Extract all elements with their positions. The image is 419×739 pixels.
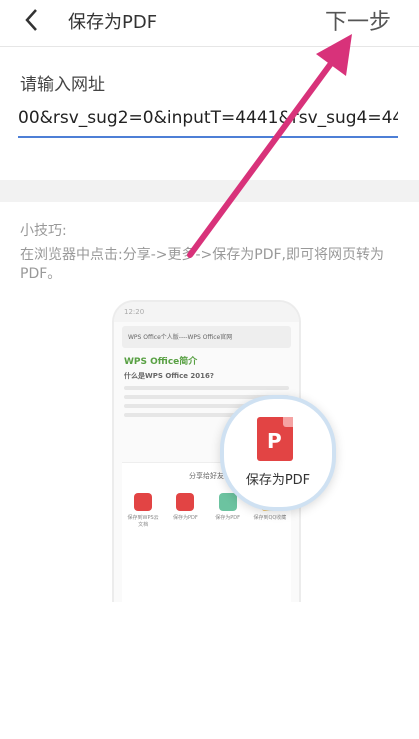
pink-arrow-annotation xyxy=(187,34,352,258)
